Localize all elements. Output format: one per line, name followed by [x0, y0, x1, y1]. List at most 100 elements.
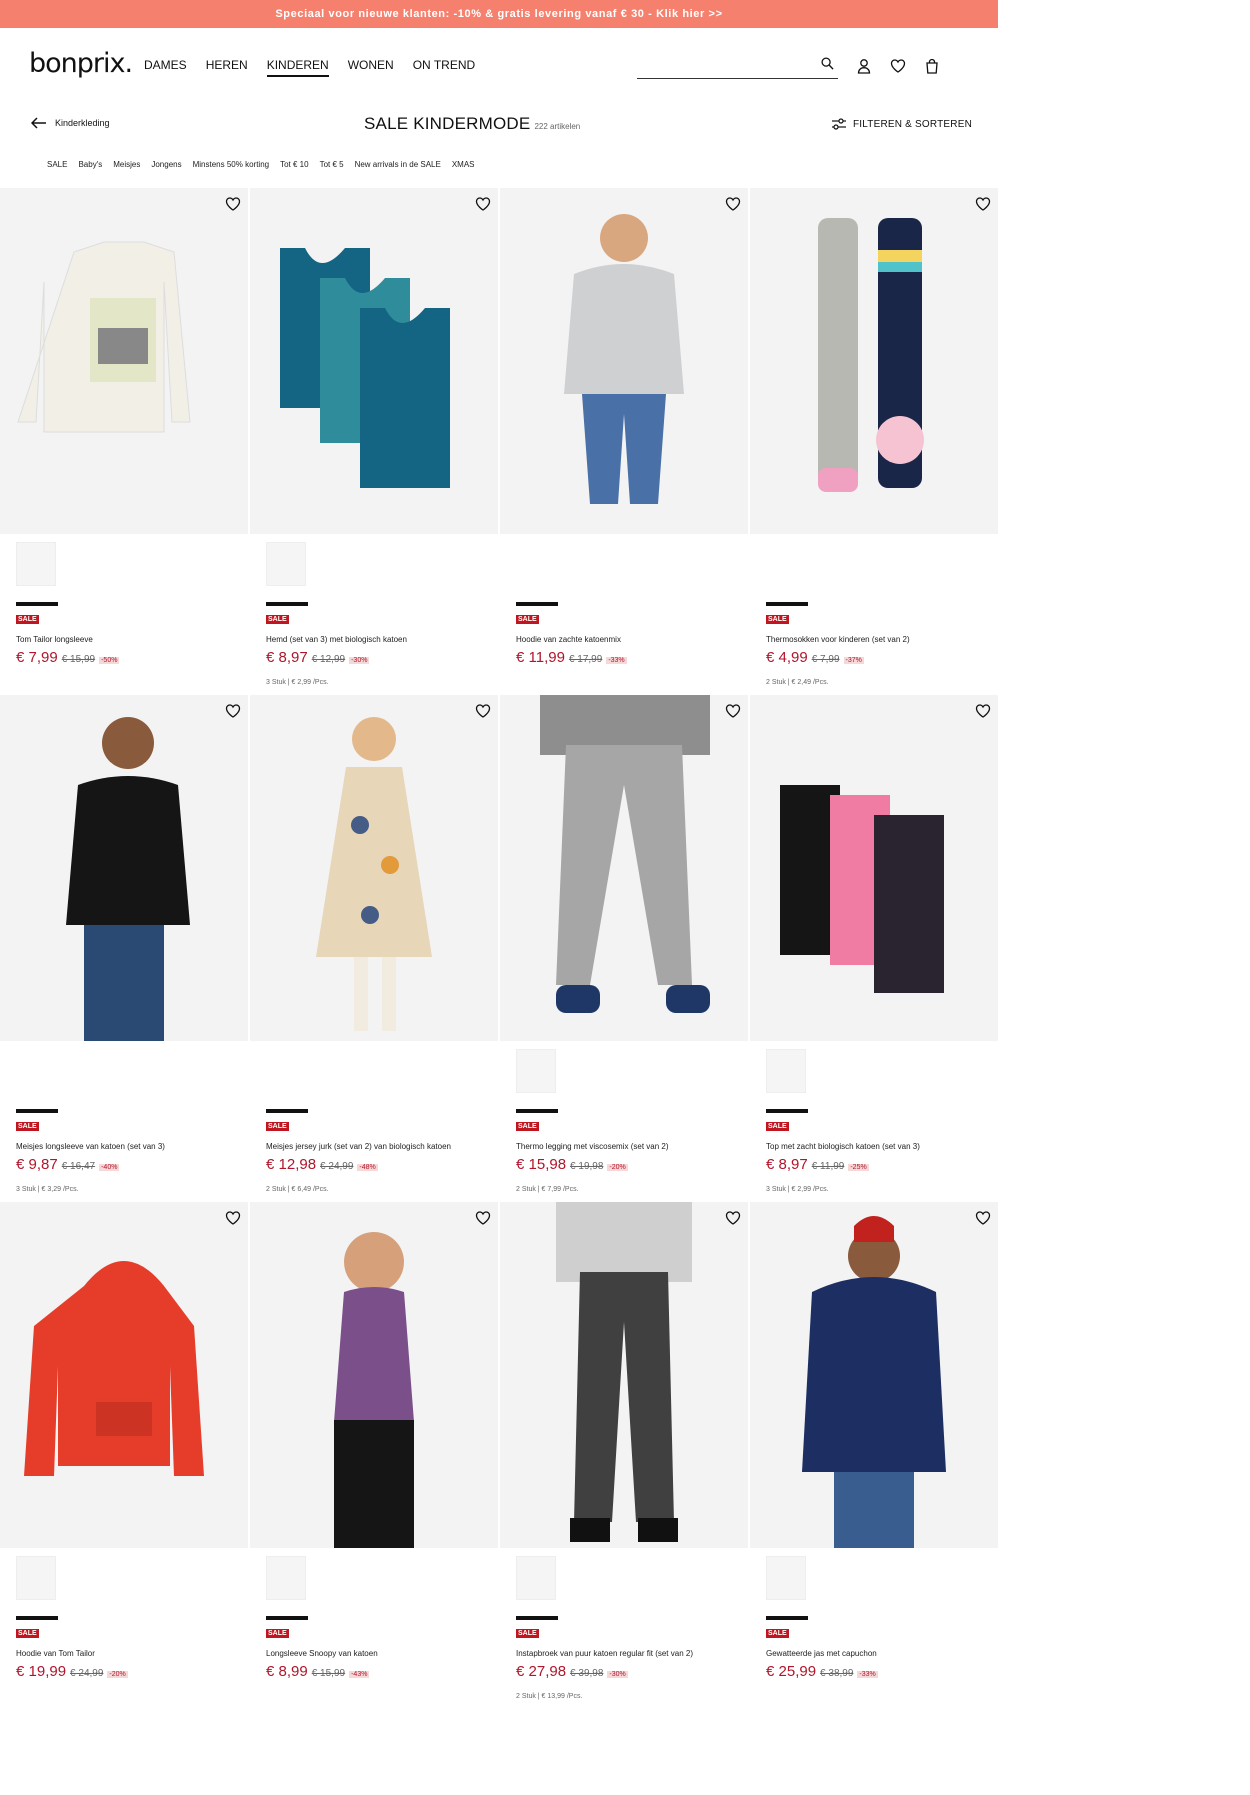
- color-swatch[interactable]: [766, 1049, 806, 1093]
- wishlist-heart-icon[interactable]: [475, 1210, 491, 1226]
- chip-new-arrivals[interactable]: New arrivals in de SALE: [355, 160, 441, 169]
- chip-minstens-50[interactable]: Minstens 50% korting: [193, 160, 269, 169]
- product-card[interactable]: SALE Longsleeve Snoopy van katoen € 8,99 € …: [250, 1202, 498, 1709]
- swatch-thumbnail[interactable]: [766, 1556, 806, 1600]
- product-name[interactable]: Longsleeve Snoopy van katoen: [266, 1649, 378, 1658]
- color-swatch[interactable]: [16, 542, 56, 586]
- wishlist-heart-icon[interactable]: [475, 196, 491, 212]
- original-price: € 15,99: [311, 1668, 346, 1679]
- promo-banner[interactable]: Speciaal voor nieuwe klanten: -10% & gra…: [0, 0, 998, 28]
- chip-babys[interactable]: Baby's: [78, 160, 102, 169]
- article-count: 222 artikelen: [534, 122, 581, 131]
- product-image[interactable]: [0, 695, 248, 1041]
- product-name[interactable]: Thermo legging met viscosemix (set van 2…: [516, 1142, 669, 1151]
- product-card[interactable]: SALE Hemd (set van 3) met biologisch kato…: [250, 188, 498, 695]
- bonprix-logo[interactable]: bonprix.: [29, 48, 133, 79]
- product-name[interactable]: Meisjes longsleeve van katoen (set van 3…: [16, 1142, 165, 1151]
- color-swatch[interactable]: [266, 1556, 306, 1600]
- swatch-thumbnail[interactable]: [16, 1556, 56, 1600]
- promo-text[interactable]: Speciaal voor nieuwe klanten: -10% & gra…: [275, 8, 722, 20]
- wishlist-heart-icon[interactable]: [725, 196, 741, 212]
- product-name[interactable]: Tom Tailor longsleeve: [16, 635, 93, 644]
- color-swatch[interactable]: [766, 1556, 806, 1600]
- chip-meisjes[interactable]: Meisjes: [113, 160, 140, 169]
- product-image[interactable]: [500, 695, 748, 1041]
- product-image[interactable]: [500, 188, 748, 534]
- original-price: € 11,99: [811, 1161, 845, 1172]
- wishlist-heart-icon[interactable]: [225, 1210, 241, 1226]
- swatch-thumbnail[interactable]: [16, 542, 56, 586]
- wishlist-heart-icon[interactable]: [975, 1210, 991, 1226]
- swatch-thumbnail[interactable]: [766, 1049, 806, 1093]
- swatch-thumbnail[interactable]: [516, 1556, 556, 1600]
- product-name[interactable]: Instapbroek van puur katoen regular fit …: [516, 1649, 693, 1658]
- wishlist-heart-icon[interactable]: [725, 703, 741, 719]
- user-icon[interactable]: [856, 58, 872, 74]
- product-image[interactable]: [0, 1202, 248, 1548]
- swatch-thumbnail[interactable]: [516, 1049, 556, 1093]
- product-card[interactable]: SALE Gewatteerde jas met capuchon € 25,99 €…: [750, 1202, 998, 1709]
- chip-tot-5[interactable]: Tot € 5: [320, 160, 344, 169]
- product-name[interactable]: Hoodie van zachte katoenmix: [516, 635, 621, 644]
- nav-heren[interactable]: HEREN: [206, 58, 248, 77]
- product-image[interactable]: [750, 1202, 998, 1548]
- product-card[interactable]: SALE Hoodie van zachte katoenmix € 11,99 € …: [500, 188, 748, 695]
- bag-icon[interactable]: [924, 58, 940, 74]
- chip-xmas[interactable]: XMAS: [452, 160, 475, 169]
- product-name[interactable]: Hemd (set van 3) met biologisch katoen: [266, 635, 407, 644]
- product-card[interactable]: SALE Tom Tailor longsleeve € 7,99 € 15,99 -5…: [0, 188, 248, 695]
- nav-kinderen[interactable]: KINDEREN: [266, 58, 329, 77]
- product-name[interactable]: Thermosokken voor kinderen (set van 2): [766, 635, 910, 644]
- chip-jongens[interactable]: Jongens: [151, 160, 181, 169]
- heart-icon[interactable]: [890, 58, 906, 74]
- filter-sort-label[interactable]: FILTEREN & SORTEREN: [853, 119, 972, 130]
- product-card[interactable]: SALE Hoodie van Tom Tailor € 19,99 € 24,99-…: [0, 1202, 248, 1709]
- nav-dames[interactable]: DAMES: [144, 58, 187, 77]
- unit-price: 3 Stuk | € 2,99 /Pcs.: [766, 1186, 829, 1193]
- product-image[interactable]: [500, 1202, 748, 1548]
- wishlist-heart-icon[interactable]: [975, 196, 991, 212]
- product-image[interactable]: [750, 188, 998, 534]
- original-price: € 24,99: [320, 1161, 354, 1172]
- search-input[interactable]: [637, 52, 838, 79]
- nav-wonen[interactable]: WONEN: [348, 58, 394, 77]
- chip-sale[interactable]: SALE: [47, 160, 67, 169]
- product-card[interactable]: SALE Thermosokken voor kinderen (set van …: [750, 188, 998, 695]
- back-link[interactable]: Kinderkleding: [31, 117, 110, 129]
- wishlist-heart-icon[interactable]: [225, 703, 241, 719]
- product-card[interactable]: SALE Top met zacht biologisch katoen (set…: [750, 695, 998, 1202]
- wishlist-heart-icon[interactable]: [475, 703, 491, 719]
- wishlist-heart-icon[interactable]: [225, 196, 241, 212]
- product-card[interactable]: SALE Meisjes jersey jurk (set van 2) van …: [250, 695, 498, 1202]
- swatch-thumbnail[interactable]: [266, 1556, 306, 1600]
- wishlist-heart-icon[interactable]: [975, 703, 991, 719]
- product-card[interactable]: SALE Instapbroek van puur katoen regular …: [500, 1202, 748, 1709]
- search-icon[interactable]: [821, 57, 834, 75]
- color-swatch[interactable]: [16, 1556, 56, 1600]
- filter-sort-button[interactable]: FILTEREN & SORTEREN: [831, 118, 972, 130]
- product-card[interactable]: SALE Meisjes longsleeve van katoen (set v…: [0, 695, 248, 1202]
- price-row: € 8,97 € 11,99 -25%: [766, 1156, 869, 1173]
- swatch-thumbnail[interactable]: [266, 542, 306, 586]
- nav-on-trend[interactable]: ON TREND: [413, 58, 475, 77]
- color-swatch[interactable]: [266, 542, 306, 586]
- product-name[interactable]: Gewatteerde jas met capuchon: [766, 1649, 877, 1658]
- product-name[interactable]: Meisjes jersey jurk (set van 2) van biol…: [266, 1142, 451, 1151]
- wishlist-heart-icon[interactable]: [725, 1210, 741, 1226]
- color-swatch[interactable]: [516, 1556, 556, 1600]
- color-swatch[interactable]: [516, 1049, 556, 1093]
- product-image[interactable]: [750, 695, 998, 1041]
- product-image[interactable]: [0, 188, 248, 534]
- current-price: € 8,99: [266, 1663, 308, 1680]
- product-image[interactable]: [250, 695, 498, 1041]
- product-image[interactable]: [250, 1202, 498, 1548]
- sale-badge: SALE: [266, 615, 289, 624]
- swatch-indicator: [266, 602, 308, 606]
- product-card[interactable]: SALE Thermo legging met viscosemix (set v…: [500, 695, 748, 1202]
- product-name[interactable]: Hoodie van Tom Tailor: [16, 1649, 95, 1658]
- back-label[interactable]: Kinderkleding: [55, 118, 110, 128]
- product-name[interactable]: Top met zacht biologisch katoen (set van…: [766, 1142, 920, 1151]
- chip-tot-10[interactable]: Tot € 10: [280, 160, 308, 169]
- product-image[interactable]: [250, 188, 498, 534]
- swatch-indicator: [516, 1109, 558, 1113]
